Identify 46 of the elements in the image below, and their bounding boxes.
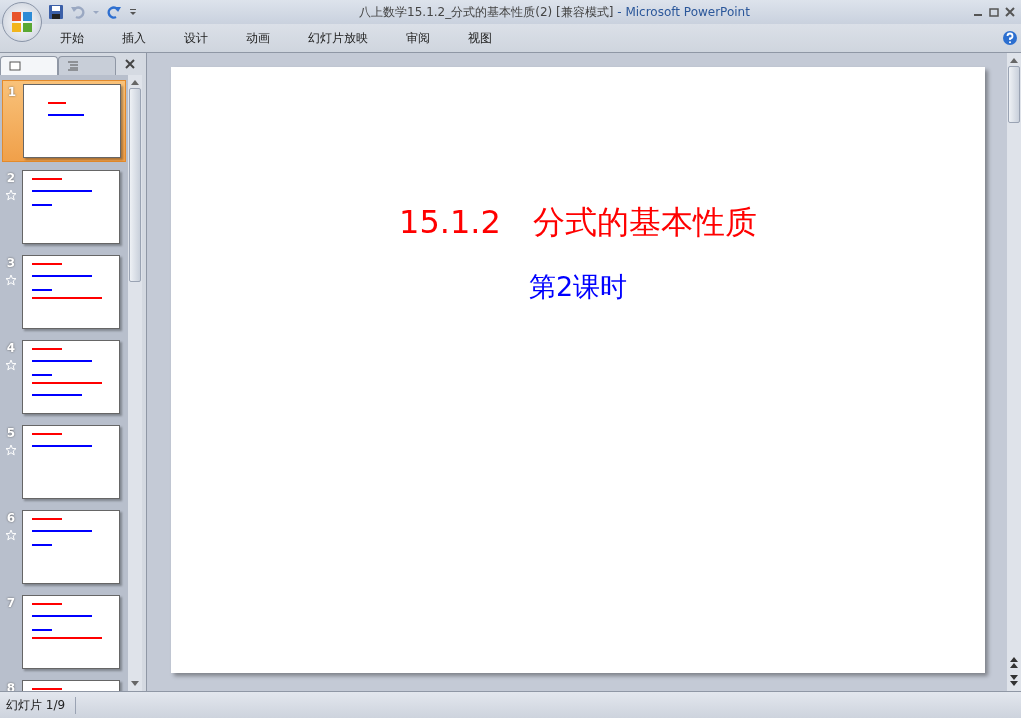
outline-icon [67,61,79,71]
ribbon-tab[interactable]: 幻灯片放映 [306,27,370,49]
slide-number: 5 [6,426,16,440]
slide-number: 4 [6,341,16,355]
application-title: - Microsoft PowerPoint [617,4,750,19]
slide-icon [9,61,21,71]
restore-icon[interactable] [987,6,1001,18]
slide-title: 15.1.2 分式的基本性质 [399,202,757,243]
ribbon-tab[interactable]: 设计 [182,27,210,49]
document-title: 八上数学15.1.2_分式的基本性质(2) [兼容模式] [359,4,614,19]
slide-number: 7 [6,596,16,610]
close-icon[interactable] [124,58,136,70]
office-button[interactable] [2,2,42,42]
scrollbar[interactable] [128,75,142,691]
scrollbar[interactable] [1007,53,1021,691]
scroll-up-icon[interactable] [131,79,139,85]
slide-number: 6 [6,511,16,525]
slide-number: 1 [7,85,17,99]
ribbon-tab[interactable]: 插入 [120,27,148,49]
slides-tab[interactable] [0,56,58,75]
save-icon[interactable] [48,4,64,20]
ribbon-tab[interactable]: 视图 [466,27,494,49]
slide-thumbnail-row[interactable]: 6 [2,507,126,587]
next-slide-icon[interactable] [1010,673,1018,687]
slide-thumbnail-row[interactable]: 7 [2,592,126,672]
close-icon[interactable] [1003,6,1017,18]
slide-number: 2 [6,171,16,185]
slide-thumbnail-row[interactable]: 5 [2,422,126,502]
scroll-thumb[interactable] [1008,66,1020,123]
slide-number: 3 [6,256,16,270]
slide-thumbnail-row[interactable]: 4 [2,337,126,417]
redo-icon[interactable] [106,4,122,20]
office-logo-icon [9,9,35,35]
slide-position-status: 幻灯片 1/9 [0,696,77,714]
slide-subtitle: 第2课时 [528,270,628,304]
ribbon-tab[interactable]: 审阅 [404,27,432,49]
slide-thumbnail-row[interactable]: 3 [2,252,126,332]
ribbon-tab[interactable]: 开始 [58,27,86,49]
previous-slide-icon[interactable] [1010,656,1018,670]
ribbon-tab[interactable]: 动画 [244,27,272,49]
scroll-up-icon[interactable] [1010,57,1018,63]
slide-thumbnail-row[interactable]: 2 [2,167,126,247]
scroll-down-icon[interactable] [131,681,139,687]
slide-thumbnail-row[interactable]: 1 [2,80,126,162]
scroll-thumb[interactable] [129,88,141,282]
help-icon[interactable] [1002,30,1018,46]
